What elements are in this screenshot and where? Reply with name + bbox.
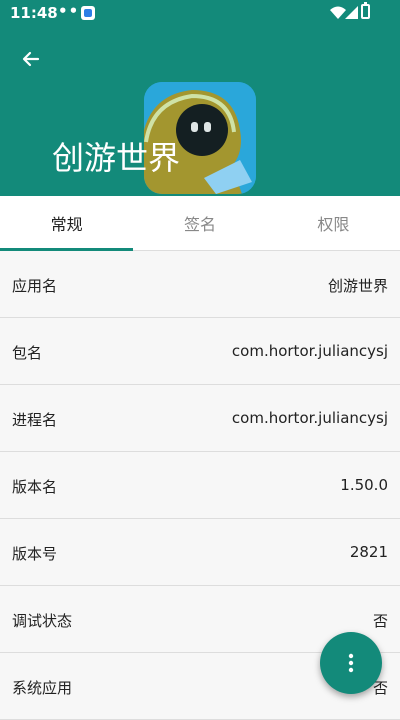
row-version-code[interactable]: 版本号 2821 xyxy=(0,519,400,586)
row-app-name[interactable]: 应用名 创游世界 xyxy=(0,251,400,318)
row-value: com.hortor.juliancysj xyxy=(231,342,388,360)
signal-icon xyxy=(345,6,358,19)
row-process-name[interactable]: 进程名 com.hortor.juliancysj xyxy=(0,385,400,452)
more-vertical-icon xyxy=(348,653,354,673)
arrow-left-icon xyxy=(22,51,40,67)
row-value: 否 xyxy=(372,612,388,630)
tab-bar: 常规 签名 权限 xyxy=(0,196,400,251)
row-label: 包名 xyxy=(12,344,43,362)
tab-permissions[interactable]: 权限 xyxy=(267,196,400,250)
status-bar: 11:48 ••• xyxy=(0,0,400,26)
tab-general[interactable]: 常规 xyxy=(0,196,134,251)
app-header: 11:48 ••• 创游世界 xyxy=(0,0,400,196)
row-label: 应用名 xyxy=(12,277,58,295)
row-label: 调试状态 xyxy=(12,612,73,630)
row-label: 版本号 xyxy=(12,545,58,563)
row-value: 创游世界 xyxy=(327,277,388,295)
row-label: 版本名 xyxy=(12,478,58,496)
row-package-name[interactable]: 包名 com.hortor.juliancysj xyxy=(0,318,400,385)
wifi-icon xyxy=(330,6,346,19)
row-version-name[interactable]: 版本名 1.50.0 xyxy=(0,452,400,519)
more-options-fab[interactable] xyxy=(320,632,382,694)
row-value: 2821 xyxy=(349,543,388,561)
app-title: 创游世界 xyxy=(52,139,181,177)
back-button[interactable] xyxy=(16,44,46,74)
row-label: 系统应用 xyxy=(12,679,73,697)
status-app-icon xyxy=(81,6,95,20)
status-time: 11:48 xyxy=(10,4,58,22)
row-value: 1.50.0 xyxy=(340,476,388,494)
row-value: com.hortor.juliancysj xyxy=(231,409,388,427)
tab-signature[interactable]: 签名 xyxy=(133,196,266,250)
row-label: 进程名 xyxy=(12,411,58,429)
battery-icon xyxy=(361,2,370,19)
